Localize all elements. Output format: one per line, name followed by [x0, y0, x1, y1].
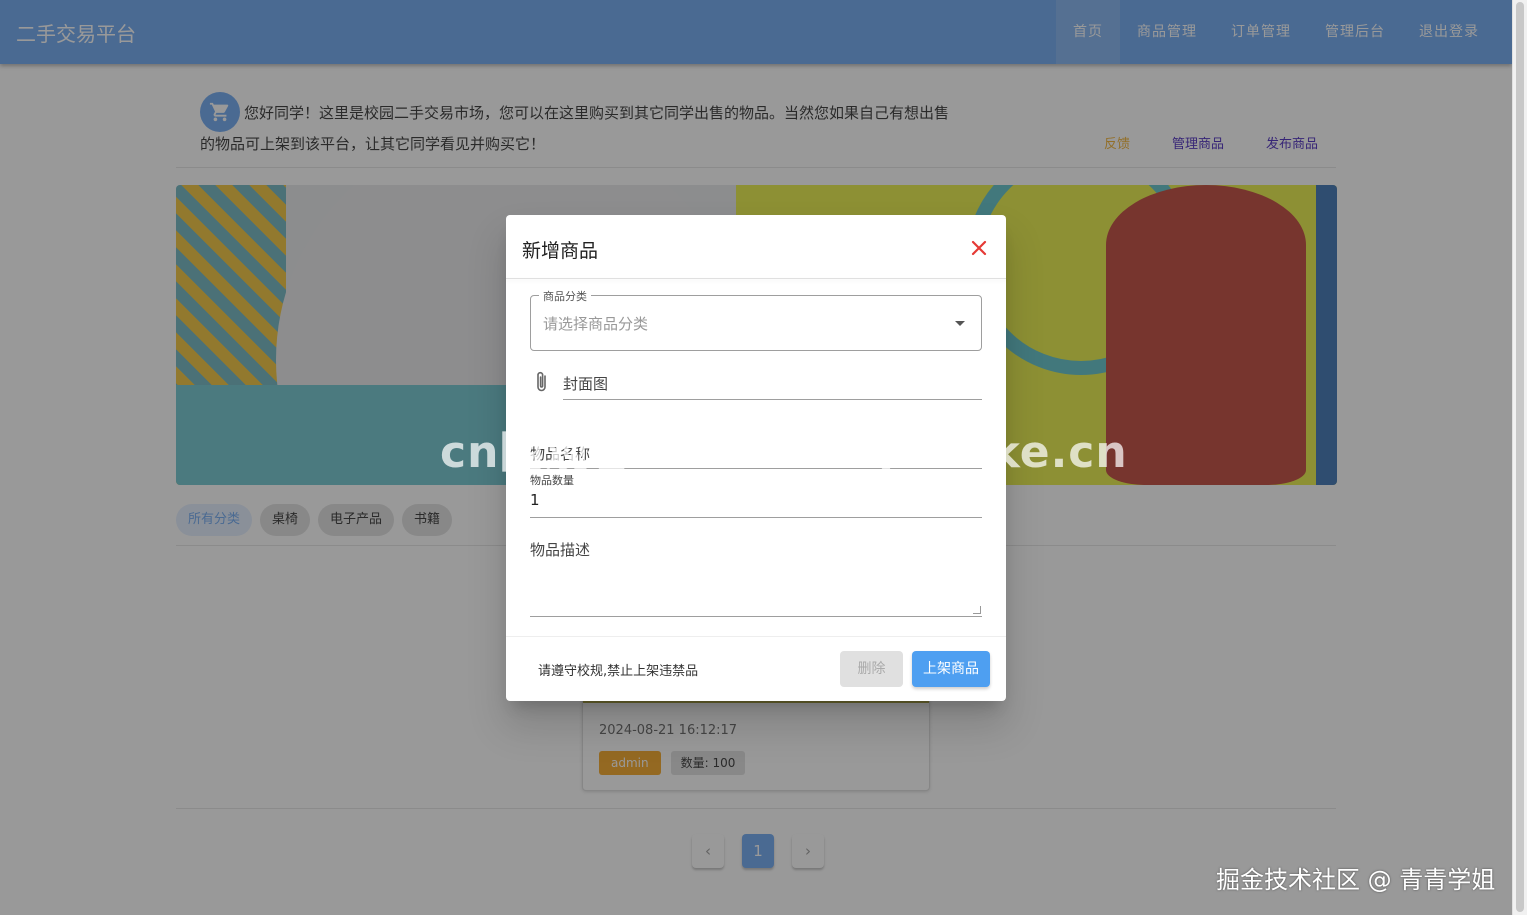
category-select-placeholder: 请选择商品分类	[543, 315, 649, 333]
publish-button[interactable]: 上架商品	[912, 651, 990, 687]
goods-quantity-value[interactable]: 1	[530, 491, 540, 509]
author-watermark: 掘金技术社区 @ 青青学姐	[1216, 866, 1496, 894]
goods-description-textarea[interactable]: 物品描述	[530, 533, 982, 617]
cover-image-input[interactable]: 封面图	[563, 365, 982, 400]
category-select-label: 商品分类	[539, 288, 591, 304]
resize-handle-icon[interactable]	[973, 606, 981, 614]
dialog-footer-divider	[506, 636, 1006, 637]
dialog-header-divider	[506, 278, 1006, 279]
category-select[interactable]: 商品分类 请选择商品分类	[530, 288, 982, 351]
dropdown-arrow-icon[interactable]	[955, 321, 965, 326]
cover-image-label: 封面图	[563, 375, 609, 393]
rules-note: 请遵守校规,禁止上架违禁品	[538, 664, 699, 679]
page-scrollbar[interactable]	[1512, 0, 1527, 915]
site-watermark: cn围观客www.weiguanke.cn	[440, 427, 1128, 478]
dialog-title: 新增商品	[522, 240, 599, 262]
goods-description-label: 物品描述	[530, 541, 591, 559]
close-icon[interactable]	[968, 237, 990, 259]
delete-button[interactable]: 删除	[840, 651, 903, 687]
paperclip-icon[interactable]	[534, 370, 550, 394]
